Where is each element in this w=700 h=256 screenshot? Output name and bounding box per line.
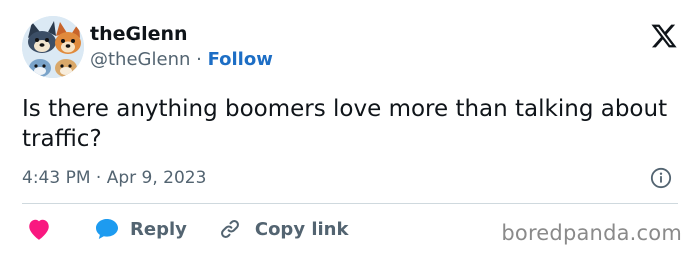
handle-row: @theGlenn · Follow xyxy=(90,48,273,72)
info-icon[interactable] xyxy=(650,167,672,189)
divider xyxy=(22,203,678,204)
speech-bubble-icon xyxy=(96,219,118,239)
follow-button[interactable]: Follow xyxy=(208,49,273,70)
tweet-timestamp[interactable]: 4:43 PM · Apr 9, 2023 xyxy=(22,166,206,190)
heart-icon xyxy=(29,219,49,240)
reply-label: Reply xyxy=(130,218,187,240)
link-icon xyxy=(220,220,239,238)
action-bar: Reply Copy link xyxy=(22,214,348,244)
handle-separator: · xyxy=(190,49,208,70)
reply-button[interactable]: Reply xyxy=(94,217,187,241)
tweet-text: Is there anything boomers love more than… xyxy=(22,96,668,152)
like-button[interactable] xyxy=(22,217,52,241)
display-name[interactable]: theGlenn xyxy=(90,22,188,46)
copy-link-button[interactable]: Copy link xyxy=(219,218,349,240)
x-logo-icon[interactable] xyxy=(650,22,678,50)
tweet-card: theGlenn @theGlenn · Follow Is there any… xyxy=(0,0,700,256)
handle[interactable]: @theGlenn xyxy=(90,49,190,70)
copy-link-label: Copy link xyxy=(254,218,349,240)
cartoon-dogs-avatar-icon xyxy=(22,16,84,78)
watermark: boredpanda.com xyxy=(501,221,682,245)
avatar[interactable] xyxy=(22,16,84,78)
